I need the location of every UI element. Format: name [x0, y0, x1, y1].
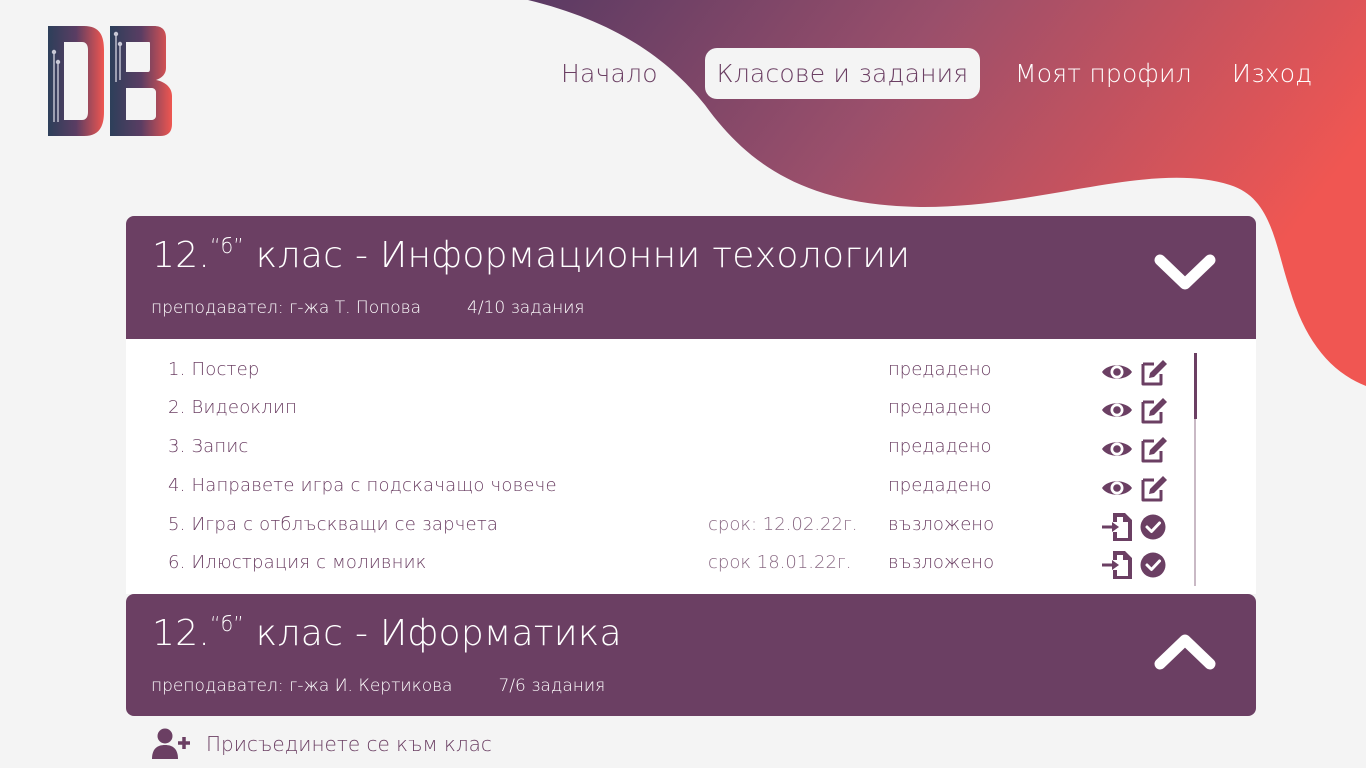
class-task-count: 4/10 задания [467, 298, 585, 318]
task-status: възложено [888, 552, 995, 573]
task-name[interactable]: 6. Илюстрация с моливник [168, 552, 427, 573]
check-circle-icon[interactable] [1138, 512, 1170, 542]
task-status: предадено [888, 475, 992, 496]
edit-icon[interactable] [1138, 434, 1170, 464]
eye-icon[interactable] [1101, 357, 1133, 387]
class-title: 12.“б” клас - Информационни техологии [152, 234, 911, 276]
task-status: предадено [888, 359, 992, 380]
task-row: 6. Илюстрация с моливник срок 18.01.22г.… [126, 544, 1256, 582]
class-teacher: преподавател: г-жа И. Кертикова [151, 676, 453, 696]
task-name[interactable]: 3. Запис [168, 436, 249, 457]
chevron-down-icon[interactable] [1152, 252, 1218, 294]
eye-icon[interactable] [1101, 434, 1133, 464]
eye-icon[interactable] [1101, 473, 1133, 503]
class-meta: преподавател: г-жа И. Кертикова 7/6 задан… [151, 676, 605, 696]
class-card-informatics: 12.“б” клас - Иформатика преподавател: г… [126, 594, 1256, 716]
task-status: предадено [888, 397, 992, 418]
task-status: предадено [888, 436, 992, 457]
task-row: 1. Постер предадено [126, 351, 1256, 389]
file-import-icon[interactable] [1101, 512, 1133, 542]
class-card-it: 12.“б” клас - Информационни техологии пр… [126, 216, 1256, 339]
task-list-scrollbar-thumb[interactable] [1194, 353, 1197, 419]
task-row: 5. Игра с отблъскващи се зарчета срок: 1… [126, 506, 1256, 544]
eye-icon[interactable] [1101, 395, 1133, 425]
class-teacher: преподавател: г-жа Т. Попова [151, 298, 421, 318]
class-title: 12.“б” клас - Иформатика [152, 612, 622, 654]
task-row: 2. Видеоклип предадено [126, 389, 1256, 427]
user-plus-icon [152, 728, 190, 759]
task-name[interactable]: 4. Направете игра с подскачащо човече [168, 475, 557, 496]
task-list: 1. Постер предадено 2. Видеоклип предаде… [126, 339, 1256, 594]
main-navigation: Начало Класове и задания Моят профил Изх… [0, 48, 1366, 100]
task-name[interactable]: 2. Видеоклип [168, 397, 297, 418]
nav-exit-link[interactable]: Изход [1232, 48, 1312, 99]
chevron-up-icon[interactable] [1152, 630, 1218, 672]
task-row: 4. Направете игра с подскачащо човече пр… [126, 467, 1256, 505]
check-circle-icon[interactable] [1138, 550, 1170, 580]
nav-classes-link-active[interactable]: Класове и задания [705, 48, 980, 99]
class-meta: преподавател: г-жа Т. Попова 4/10 задания [151, 298, 585, 318]
file-import-icon[interactable] [1101, 550, 1133, 580]
task-status: възложено [888, 514, 995, 535]
edit-icon[interactable] [1138, 473, 1170, 503]
class-task-count: 7/6 задания [498, 676, 606, 696]
join-class-button[interactable]: Присъединете се към клас [152, 726, 492, 762]
edit-icon[interactable] [1138, 395, 1170, 425]
task-row: 3. Запис предадено [126, 428, 1256, 466]
nav-home-link[interactable]: Начало [561, 48, 658, 99]
task-due: срок 18.01.22г. [708, 552, 852, 573]
edit-icon[interactable] [1138, 357, 1170, 387]
task-name[interactable]: 1. Постер [168, 359, 260, 380]
nav-profile-link[interactable]: Моят профил [1015, 48, 1192, 99]
task-due: срок: 12.02.22г. [708, 514, 858, 535]
join-class-label: Присъединете се към клас [206, 732, 492, 756]
task-name[interactable]: 5. Игра с отблъскващи се зарчета [168, 514, 498, 535]
